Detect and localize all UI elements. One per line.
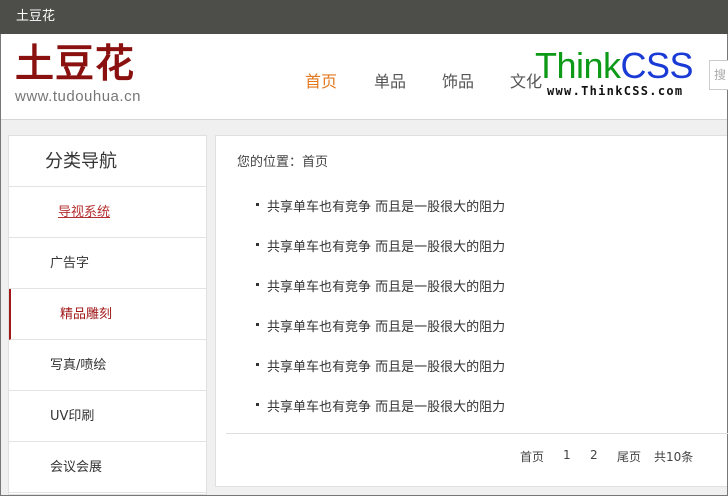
sidebar-item-printing[interactable]: 写真/喷绘 — [9, 340, 206, 391]
list-item[interactable]: 共享单车也有竞争 而且是一股很大的阻力 — [256, 356, 505, 396]
watermark-url: www.ThinkCSS.com — [547, 84, 684, 98]
breadcrumb-home-link[interactable]: 首页 — [302, 155, 328, 170]
sidebar-item-label: 精品雕刻 — [60, 307, 113, 322]
article-list: 共享单车也有竞争 而且是一股很大的阻力 共享单车也有竞争 而且是一股很大的阻力 … — [256, 196, 505, 436]
site-logo[interactable]: 土豆花 — [15, 45, 135, 84]
list-item[interactable]: 共享单车也有竞争 而且是一股很大的阻力 — [256, 396, 505, 436]
category-sidebar: 分类导航 导视系统 广告字 精品雕刻 写真/喷绘 UV印刷 会议会展 — [8, 135, 207, 495]
nav-item-home[interactable]: 首页 — [305, 68, 337, 92]
list-item[interactable]: 共享单车也有竞争 而且是一股很大的阻力 — [256, 276, 505, 316]
search-input[interactable]: 搜 — [709, 60, 728, 90]
page-link-2[interactable]: 2 — [590, 448, 598, 462]
nav-item-single[interactable]: 单品 — [374, 68, 406, 92]
page-link-1[interactable]: 1 — [563, 448, 571, 462]
page-first-link[interactable]: 首页 — [520, 448, 544, 465]
page-total-count: 共10条 — [654, 450, 694, 464]
site-header: 土豆花 www.tudouhua.cn 首页 单品 饰品 文化 ThinkCSS… — [1, 34, 728, 120]
sidebar-item-label: 导视系统 — [58, 205, 111, 220]
list-item[interactable]: 共享单车也有竞争 而且是一股很大的阻力 — [256, 196, 505, 236]
thinkcss-watermark: ThinkCSS — [535, 45, 694, 86]
watermark-css: CSS — [620, 45, 694, 86]
sidebar-item-label: 写真/喷绘 — [50, 358, 107, 373]
sidebar-item-signage[interactable]: 导视系统 — [9, 187, 206, 238]
page-last-link[interactable]: 尾页 — [617, 448, 641, 465]
sidebar-item-label: 会议会展 — [50, 460, 103, 475]
nav-item-accessories[interactable]: 饰品 — [442, 68, 474, 92]
sidebar-item-sign-letters[interactable]: 广告字 — [9, 238, 206, 289]
site-logo-url: www.tudouhua.cn — [15, 88, 141, 105]
sidebar-item-carving[interactable]: 精品雕刻 — [9, 289, 206, 340]
top-bar-title: 土豆花 — [16, 9, 56, 24]
sidebar-item-label: 广告字 — [50, 256, 90, 271]
watermark-think: Think — [535, 45, 621, 86]
sidebar-item-exhibition[interactable]: 会议会展 — [9, 442, 206, 493]
list-item[interactable]: 共享单车也有竞争 而且是一股很大的阻力 — [256, 316, 505, 356]
sidebar-item-label: UV印刷 — [50, 409, 95, 424]
main-content: 您的位置：首页 共享单车也有竞争 而且是一股很大的阻力 共享单车也有竞争 而且是… — [215, 135, 728, 487]
sidebar-title: 分类导航 — [9, 136, 206, 187]
sidebar-item-uv-printing[interactable]: UV印刷 — [9, 391, 206, 442]
content-divider — [226, 433, 728, 434]
list-item[interactable]: 共享单车也有竞争 而且是一股很大的阻力 — [256, 236, 505, 276]
breadcrumb-prefix: 您的位置： — [237, 155, 303, 170]
top-bar: 土豆花 — [0, 0, 728, 34]
breadcrumb: 您的位置：首页 — [237, 151, 328, 170]
